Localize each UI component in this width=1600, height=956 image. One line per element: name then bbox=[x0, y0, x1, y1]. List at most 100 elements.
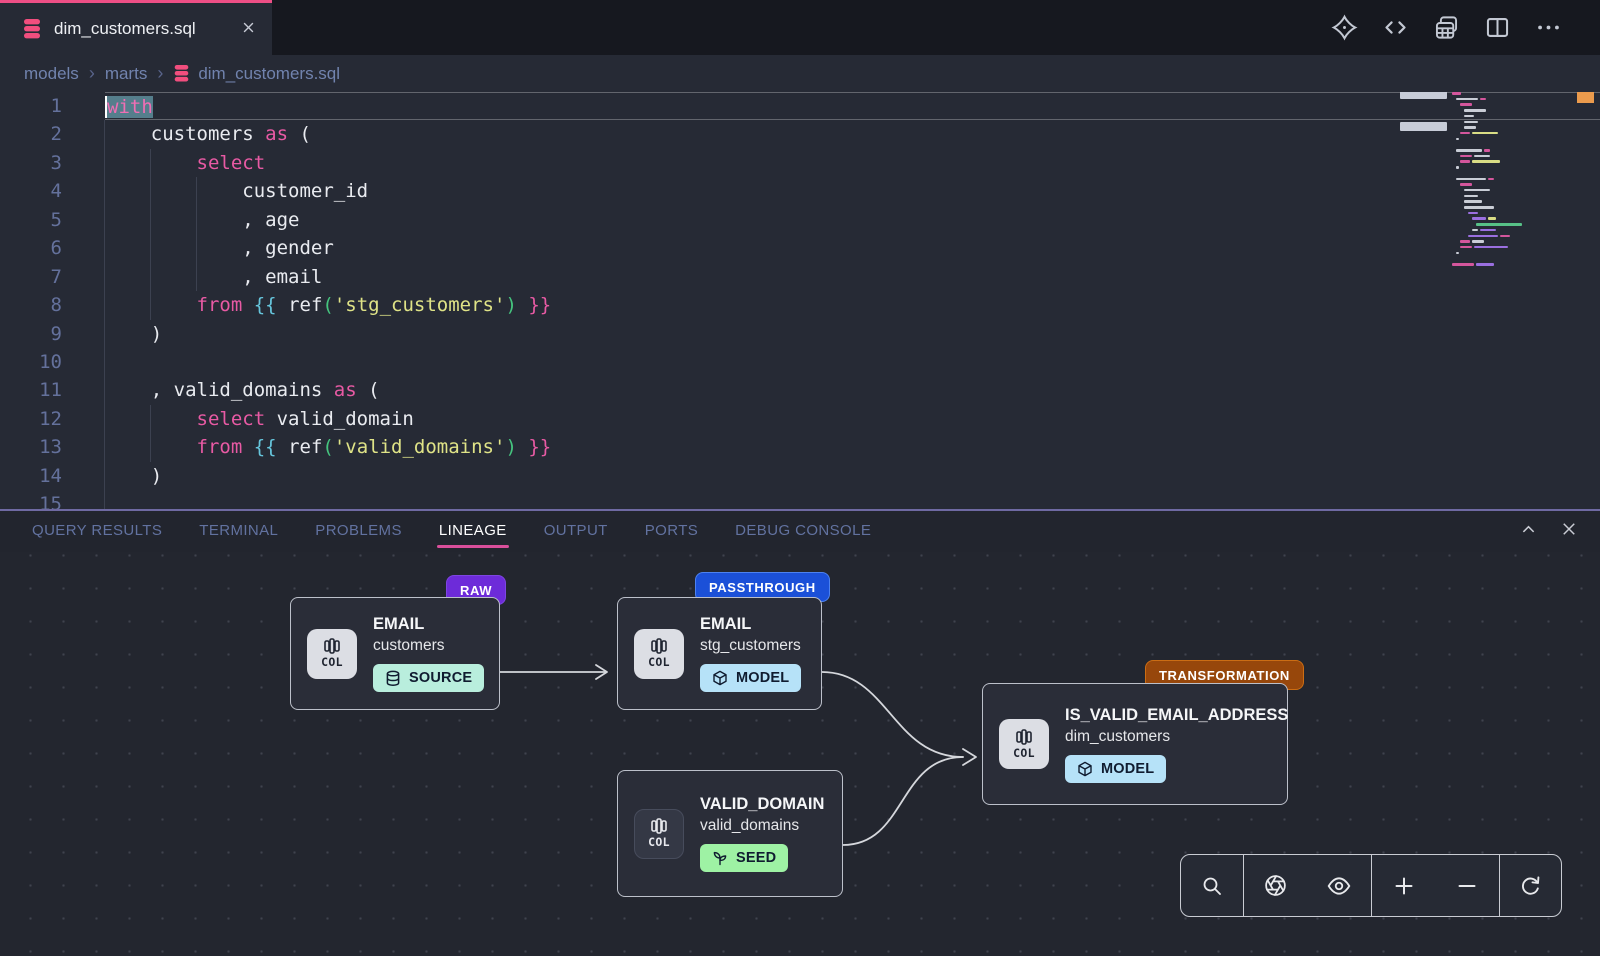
columns-icon bbox=[322, 638, 342, 654]
aperture-icon[interactable] bbox=[1263, 873, 1288, 898]
database-icon bbox=[385, 670, 401, 687]
search-icon[interactable] bbox=[1200, 874, 1224, 898]
minimap-line bbox=[1468, 235, 1498, 238]
line-number: 12 bbox=[0, 405, 62, 433]
minimap-line bbox=[1488, 178, 1494, 181]
column-chip: COL bbox=[634, 629, 684, 679]
minimap-line bbox=[1474, 246, 1508, 249]
tab-terminal[interactable]: TERMINAL bbox=[199, 518, 278, 546]
minimap-line bbox=[1456, 149, 1482, 152]
dbt-icon[interactable] bbox=[1331, 14, 1358, 41]
lineage-node-valid-domains[interactable]: COL VALID_DOMAIN valid_domains SEED bbox=[617, 770, 843, 897]
tab-problems[interactable]: PROBLEMS bbox=[315, 518, 402, 546]
tab-bar: dim_customers.sql bbox=[0, 0, 1600, 55]
node-model-name: stg_customers bbox=[700, 637, 801, 655]
minimap-line bbox=[1472, 160, 1500, 163]
line-number: 11 bbox=[0, 376, 62, 404]
minimap[interactable] bbox=[1452, 92, 1542, 292]
line-number: 14 bbox=[0, 462, 62, 490]
lineage-node-dim-customers[interactable]: COL IS_VALID_EMAIL_ADDRESS dim_customers… bbox=[982, 683, 1288, 805]
line-number: 5 bbox=[0, 206, 62, 234]
refresh-icon[interactable] bbox=[1518, 873, 1543, 898]
editor-actions bbox=[1331, 0, 1562, 55]
code-line: , valid_domains as ( bbox=[105, 376, 1600, 404]
edge-seed-to-dim bbox=[843, 757, 963, 845]
duplicate-table-icon[interactable] bbox=[1433, 14, 1460, 41]
tab-ports[interactable]: PORTS bbox=[645, 518, 698, 546]
minimap-line bbox=[1460, 132, 1470, 135]
minimap-line bbox=[1456, 166, 1459, 169]
breadcrumb-separator: › bbox=[157, 63, 163, 84]
breadcrumb-marts[interactable]: marts bbox=[105, 64, 148, 84]
minimap-line bbox=[1464, 115, 1474, 118]
minimap-line bbox=[1484, 149, 1490, 152]
model-badge: MODEL bbox=[700, 664, 801, 692]
lineage-node-stg-customers[interactable]: COL EMAIL stg_customers MODEL bbox=[617, 597, 822, 710]
tab-close-icon[interactable] bbox=[241, 20, 256, 39]
line-number: 13 bbox=[0, 433, 62, 461]
minimap-selection-marker bbox=[1400, 122, 1447, 131]
lineage-toolbar bbox=[1180, 854, 1562, 917]
minimap-line bbox=[1460, 240, 1470, 243]
zoom-out-icon[interactable] bbox=[1455, 874, 1479, 898]
code-editor[interactable]: 123456789101112131415 with customers as … bbox=[0, 92, 1600, 510]
code-lines: with customers as ( select customer_id ,… bbox=[105, 92, 1600, 510]
tab-debug-console[interactable]: DEBUG CONSOLE bbox=[735, 518, 871, 546]
minimap-line bbox=[1460, 160, 1470, 163]
panel-actions bbox=[1519, 511, 1578, 552]
minimap-line bbox=[1452, 263, 1474, 266]
minimap-line bbox=[1464, 126, 1476, 129]
minimap-line bbox=[1460, 103, 1472, 106]
indent-guide bbox=[104, 120, 105, 510]
breadcrumb: models › marts › dim_customers.sql bbox=[0, 55, 1600, 92]
minimap-line bbox=[1464, 195, 1478, 198]
code-line: select valid_domain bbox=[105, 405, 1600, 433]
tab-dim-customers[interactable]: dim_customers.sql bbox=[0, 0, 272, 55]
minimap-line bbox=[1488, 217, 1496, 220]
column-chip: COL bbox=[999, 719, 1049, 769]
code-line: ) bbox=[105, 462, 1600, 490]
tab-query-results[interactable]: QUERY RESULTS bbox=[32, 518, 162, 546]
breadcrumb-models[interactable]: models bbox=[24, 64, 79, 84]
chevron-up-icon[interactable] bbox=[1519, 520, 1538, 544]
node-model-name: valid_domains bbox=[700, 817, 824, 835]
code-line: customer_id bbox=[105, 177, 1600, 205]
split-editor-icon[interactable] bbox=[1484, 14, 1511, 41]
lineage-canvas[interactable]: RAW PASSTHROUGH TRANSFORMATION COL EMAIL… bbox=[0, 552, 1600, 956]
column-chip: COL bbox=[307, 629, 357, 679]
minimap-line bbox=[1460, 155, 1472, 158]
edge-arrowhead bbox=[963, 749, 976, 765]
node-column-name: EMAIL bbox=[373, 615, 484, 634]
zoom-in-icon[interactable] bbox=[1392, 874, 1416, 898]
edge-stg-to-dim bbox=[822, 672, 963, 757]
minimap-line bbox=[1476, 223, 1522, 226]
database-icon bbox=[22, 18, 42, 40]
code-line: from {{ ref('stg_customers') }} bbox=[105, 291, 1600, 319]
tab-output[interactable]: OUTPUT bbox=[544, 518, 608, 546]
minimap-line bbox=[1464, 206, 1494, 209]
line-number: 2 bbox=[0, 120, 62, 148]
close-panel-icon[interactable] bbox=[1560, 520, 1578, 543]
overview-ruler-marker bbox=[1577, 92, 1594, 103]
code-line: , age bbox=[105, 206, 1600, 234]
tab-title: dim_customers.sql bbox=[54, 19, 229, 39]
eye-icon[interactable] bbox=[1326, 873, 1352, 899]
minimap-line bbox=[1472, 132, 1498, 135]
minimap-line bbox=[1464, 200, 1482, 203]
code-line bbox=[105, 348, 1600, 376]
node-model-name: dim_customers bbox=[1065, 728, 1288, 746]
breadcrumb-file[interactable]: dim_customers.sql bbox=[173, 64, 340, 84]
minimap-line bbox=[1472, 217, 1486, 220]
columns-icon bbox=[649, 818, 669, 834]
tab-lineage[interactable]: LINEAGE bbox=[439, 518, 507, 546]
panel-tabs: QUERY RESULTS TERMINAL PROBLEMS LINEAGE … bbox=[0, 511, 1600, 552]
minimap-line bbox=[1456, 138, 1459, 141]
more-icon[interactable] bbox=[1535, 14, 1562, 41]
code-icon[interactable] bbox=[1382, 14, 1409, 41]
code-line: customers as ( bbox=[105, 120, 1600, 148]
code-line: , email bbox=[105, 263, 1600, 291]
code-line bbox=[105, 490, 1600, 510]
lineage-node-customers[interactable]: COL EMAIL customers SOURCE bbox=[290, 597, 500, 710]
line-number: 9 bbox=[0, 320, 62, 348]
indent-guide bbox=[150, 149, 151, 320]
